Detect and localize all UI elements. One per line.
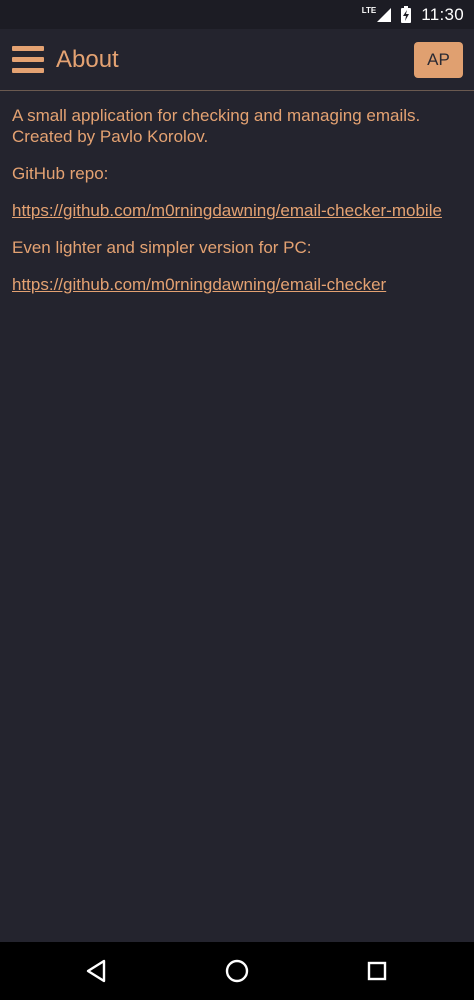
- menu-line: [12, 57, 44, 62]
- battery-charging-icon: [401, 6, 412, 23]
- status-clock: 11:30: [421, 4, 464, 24]
- recent-apps-icon[interactable]: [364, 958, 390, 984]
- github-repo-link[interactable]: https://github.com/m0rningdawning/email-…: [12, 201, 442, 220]
- avatar-button[interactable]: AP: [414, 42, 463, 78]
- menu-line: [12, 68, 44, 73]
- navigation-bar: [0, 942, 474, 1000]
- about-content: A small application for checking and man…: [12, 105, 464, 311]
- page-title: About: [56, 46, 119, 73]
- pc-version-label: Even lighter and simpler version for PC:: [12, 238, 312, 257]
- hamburger-menu-icon[interactable]: [12, 46, 44, 73]
- about-screen: LTE 11:30 About AP A small application f…: [0, 0, 474, 1000]
- github-label: GitHub repo:: [12, 164, 109, 183]
- status-bar: LTE 11:30: [0, 0, 474, 29]
- menu-line: [12, 46, 44, 51]
- home-icon[interactable]: [224, 958, 250, 984]
- network-type: LTE: [361, 6, 377, 15]
- back-icon[interactable]: [84, 958, 110, 984]
- app-description: A small application for checking and man…: [12, 106, 421, 146]
- app-bar: About AP: [0, 29, 474, 91]
- pc-version-link[interactable]: https://github.com/m0rningdawning/email-…: [12, 275, 386, 294]
- signal-icon: [377, 7, 392, 22]
